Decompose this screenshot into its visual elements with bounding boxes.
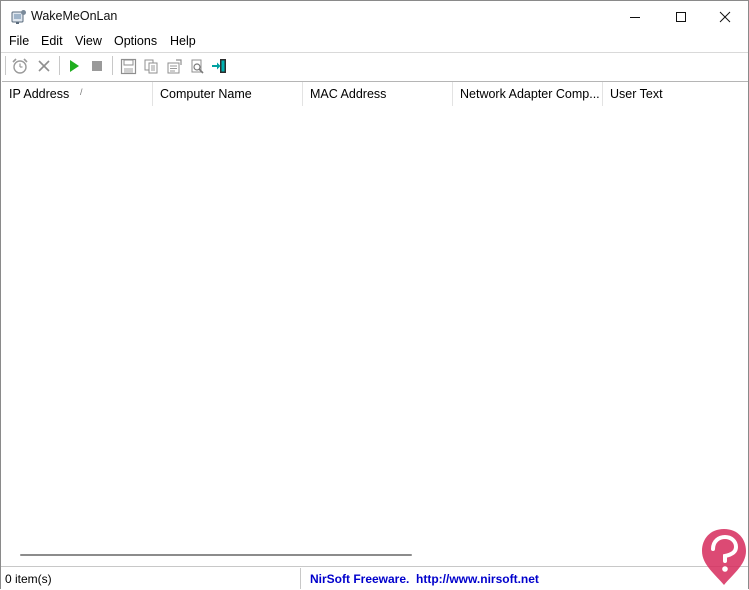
find-button[interactable] bbox=[187, 56, 207, 76]
item-count: 0 item(s) bbox=[5, 572, 52, 586]
status-divider bbox=[300, 568, 301, 589]
list-header: IP Address / Computer Name MAC Address N… bbox=[2, 82, 748, 106]
play-icon bbox=[70, 60, 79, 72]
toolbar-separator bbox=[112, 56, 113, 75]
menu-bar: File Edit View Options Help bbox=[1, 32, 748, 52]
delete-button[interactable] bbox=[34, 56, 54, 76]
start-scanning-button[interactable] bbox=[10, 56, 30, 76]
column-label: User Text bbox=[610, 87, 663, 101]
save-button[interactable] bbox=[118, 56, 138, 76]
watermark-logo-icon bbox=[698, 525, 749, 587]
save-icon bbox=[120, 58, 136, 74]
maximize-icon bbox=[676, 11, 686, 22]
status-bar: 0 item(s) NirSoft Freeware. http://www.n… bbox=[1, 566, 748, 589]
properties-button[interactable] bbox=[164, 56, 184, 76]
wake-up-button[interactable] bbox=[64, 56, 84, 76]
toolbar-separator bbox=[5, 56, 6, 75]
sort-indicator-icon: / bbox=[80, 87, 83, 97]
column-label: Network Adapter Comp... bbox=[460, 87, 600, 101]
menu-file[interactable]: File bbox=[8, 34, 30, 48]
column-header-computer-name[interactable]: Computer Name bbox=[153, 82, 303, 106]
close-icon bbox=[719, 11, 731, 22]
column-label: IP Address bbox=[9, 87, 70, 101]
nirsoft-link[interactable]: NirSoft Freeware. http://www.nirsoft.net bbox=[310, 572, 539, 586]
column-label: Computer Name bbox=[160, 87, 252, 101]
stop-button[interactable] bbox=[87, 56, 107, 76]
menu-help[interactable]: Help bbox=[169, 34, 197, 48]
exit-button[interactable] bbox=[210, 56, 230, 76]
window-title: WakeMeOnLan bbox=[31, 9, 118, 23]
horizontal-scrollbar[interactable] bbox=[20, 554, 412, 556]
app-icon bbox=[11, 9, 27, 25]
minimize-button[interactable] bbox=[612, 1, 658, 32]
column-header-mac-address[interactable]: MAC Address bbox=[303, 82, 453, 106]
exit-icon bbox=[212, 59, 226, 73]
maximize-button[interactable] bbox=[658, 1, 704, 32]
column-label: MAC Address bbox=[310, 87, 387, 101]
alarm-clock-icon bbox=[12, 58, 28, 74]
copy-icon bbox=[144, 59, 157, 73]
column-header-ip-address[interactable]: IP Address / bbox=[2, 82, 153, 106]
properties-icon bbox=[167, 58, 182, 73]
title-bar[interactable]: WakeMeOnLan bbox=[1, 1, 748, 32]
close-button[interactable] bbox=[702, 1, 748, 32]
delete-x-icon bbox=[38, 60, 50, 72]
find-icon bbox=[191, 59, 204, 74]
toolbar-separator bbox=[59, 56, 60, 75]
menu-view[interactable]: View bbox=[74, 34, 103, 48]
device-list[interactable]: IP Address / Computer Name MAC Address N… bbox=[2, 81, 748, 565]
copy-button[interactable] bbox=[141, 56, 161, 76]
column-header-user-text[interactable]: User Text bbox=[603, 82, 748, 106]
toolbar bbox=[1, 53, 748, 78]
stop-icon bbox=[92, 61, 102, 71]
menu-options[interactable]: Options bbox=[113, 34, 158, 48]
app-window: WakeMeOnLan File Edit View Options Help bbox=[0, 0, 749, 589]
column-header-network-adapter[interactable]: Network Adapter Comp... bbox=[453, 82, 603, 106]
menu-edit[interactable]: Edit bbox=[40, 34, 64, 48]
minimize-icon bbox=[630, 16, 640, 18]
